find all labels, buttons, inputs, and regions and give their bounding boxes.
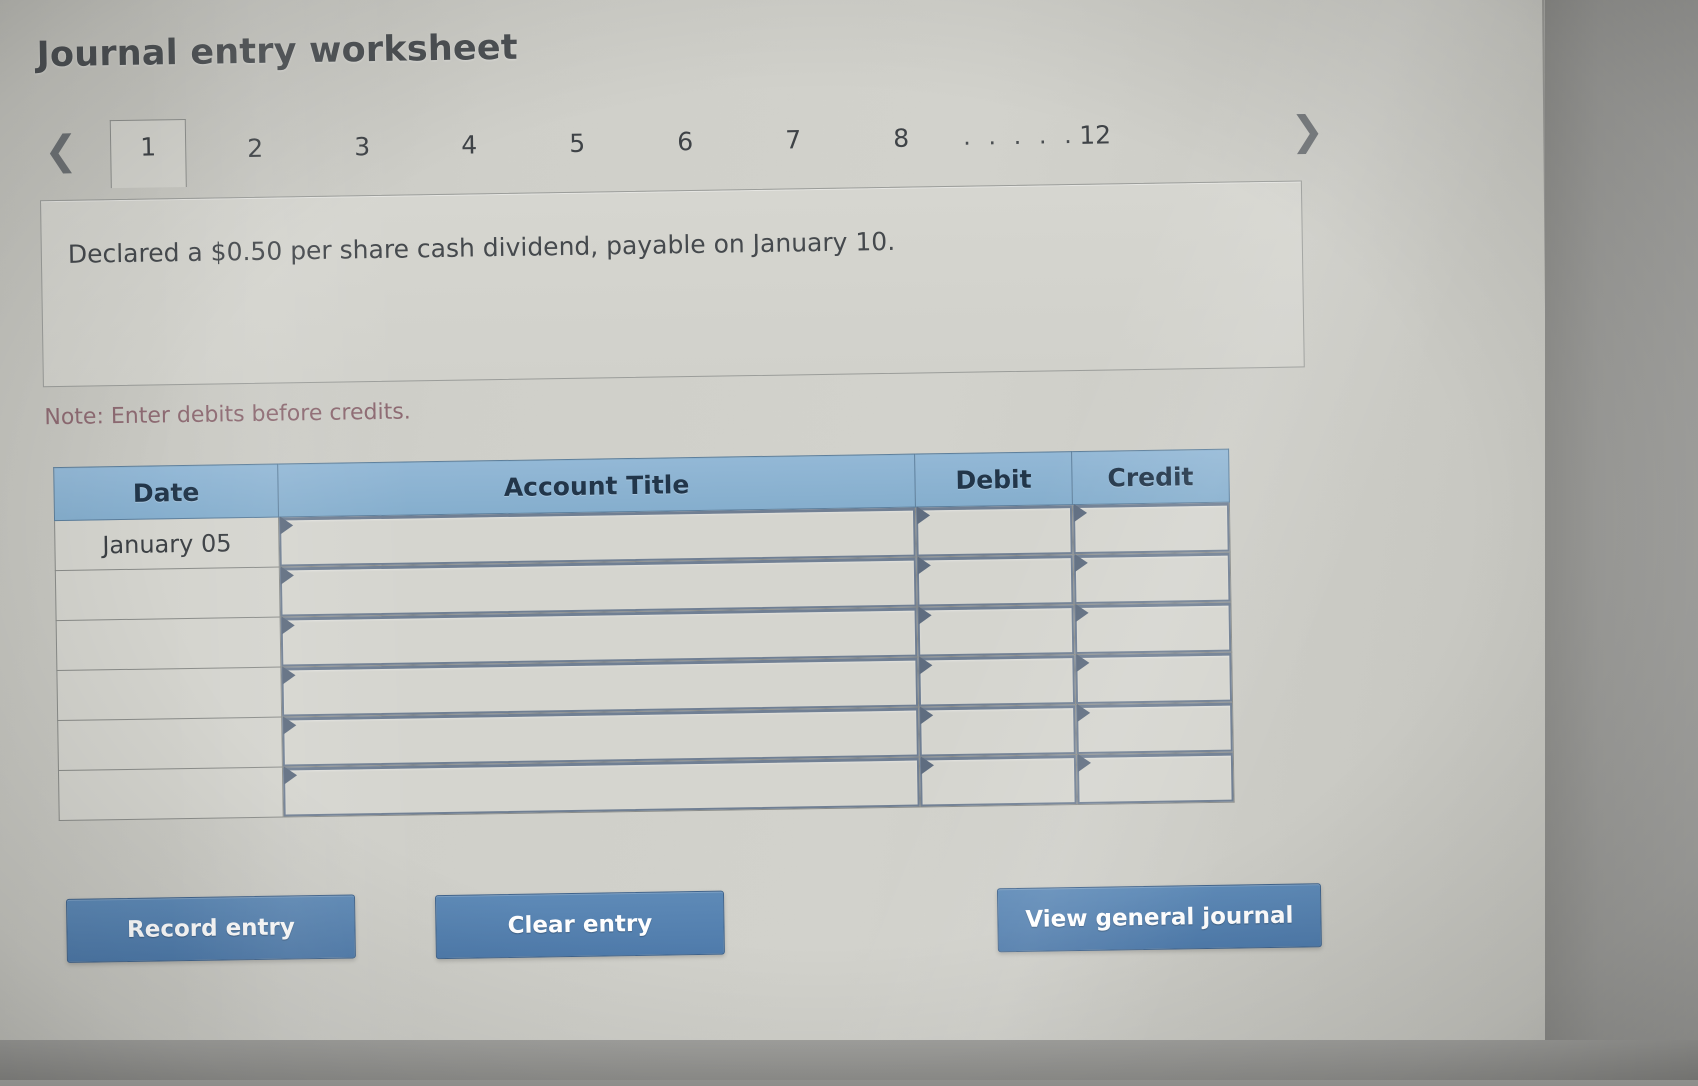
chevron-left-icon[interactable]: ❮ xyxy=(44,128,78,175)
credit-input-5[interactable] xyxy=(1075,702,1234,755)
credit-input-2[interactable] xyxy=(1073,552,1231,605)
credit-input-6[interactable] xyxy=(1076,752,1235,805)
tab-5[interactable]: 5 xyxy=(540,116,615,172)
account-title-dropdown-6[interactable] xyxy=(282,757,920,817)
credit-field-6[interactable] xyxy=(1076,752,1234,805)
photo-bottom-edge xyxy=(0,1040,1698,1086)
debit-input-2[interactable] xyxy=(916,554,1074,608)
worksheet-content: Journal entry worksheet ❮ 1 2 3 4 5 6 7 … xyxy=(0,0,1500,1034)
scenario-text: Declared a $0.50 per share cash dividend… xyxy=(67,226,896,269)
credit-field-4[interactable] xyxy=(1075,652,1233,705)
credit-field-1[interactable] xyxy=(1072,502,1230,555)
worksheet-sheet: Journal entry worksheet ❮ 1 2 3 4 5 6 7 … xyxy=(0,0,1555,1065)
credit-field-5[interactable] xyxy=(1076,702,1233,755)
credit-field-2[interactable] xyxy=(1073,552,1231,605)
credit-input-1[interactable] xyxy=(1072,502,1231,555)
page-title: Journal entry worksheet xyxy=(36,27,519,76)
photo-right-edge xyxy=(1545,0,1698,1080)
column-header-credit: Credit xyxy=(1071,449,1230,505)
date-input-5[interactable] xyxy=(57,717,283,771)
debit-field-4[interactable] xyxy=(918,655,1076,707)
debits-before-credits-note: Note: Enter debits before credits. xyxy=(44,399,411,431)
tab-3[interactable]: 3 xyxy=(325,120,400,176)
debit-input-3[interactable] xyxy=(917,604,1075,658)
tab-4[interactable]: 4 xyxy=(432,118,507,174)
credit-field-3[interactable] xyxy=(1074,602,1232,655)
debit-field-2[interactable] xyxy=(916,555,1074,607)
clear-entry-button[interactable]: Clear entry xyxy=(434,890,725,960)
account-title-dropdown-3[interactable] xyxy=(280,607,918,667)
debit-field-6[interactable] xyxy=(919,755,1077,807)
debit-field-3[interactable] xyxy=(917,605,1075,657)
date-input-6[interactable] xyxy=(58,767,284,821)
journal-entry-table: Date Account Title Debit Credit January … xyxy=(53,449,1235,821)
debit-input-1[interactable] xyxy=(915,504,1074,558)
account-title-dropdown-5[interactable] xyxy=(282,707,919,767)
scenario-panel: Declared a $0.50 per share cash dividend… xyxy=(40,180,1305,388)
credit-input-4[interactable] xyxy=(1074,652,1233,705)
debit-input-4[interactable] xyxy=(917,654,1076,708)
debit-field-1[interactable] xyxy=(915,505,1073,557)
tab-12[interactable]: 12 xyxy=(1058,108,1133,164)
date-input-3[interactable] xyxy=(56,617,281,671)
tab-6[interactable]: 6 xyxy=(648,115,723,171)
account-title-select-6[interactable] xyxy=(282,757,921,818)
credit-input-3[interactable] xyxy=(1073,602,1232,655)
record-entry-button[interactable]: Record entry xyxy=(65,894,356,963)
date-input-1[interactable]: January 05 xyxy=(54,517,280,571)
account-title-dropdown-1[interactable] xyxy=(279,507,916,567)
date-input-4[interactable] xyxy=(56,667,282,721)
account-title-dropdown-4[interactable] xyxy=(281,657,919,717)
debit-field-5[interactable] xyxy=(919,705,1076,757)
chevron-right-icon[interactable]: ❯ xyxy=(1290,108,1324,155)
tab-1[interactable]: 1 xyxy=(109,118,187,189)
view-general-journal-button[interactable]: View general journal xyxy=(996,883,1322,953)
column-header-date: Date xyxy=(53,464,279,521)
tab-2[interactable]: 2 xyxy=(218,121,293,177)
tab-8[interactable]: 8 xyxy=(864,111,939,167)
tab-7[interactable]: 7 xyxy=(756,113,831,169)
account-title-dropdown-2[interactable] xyxy=(279,557,917,617)
column-header-debit: Debit xyxy=(914,451,1073,508)
date-input-2[interactable] xyxy=(55,567,281,621)
debit-input-5[interactable] xyxy=(918,704,1077,758)
debit-input-6[interactable] xyxy=(919,754,1078,808)
